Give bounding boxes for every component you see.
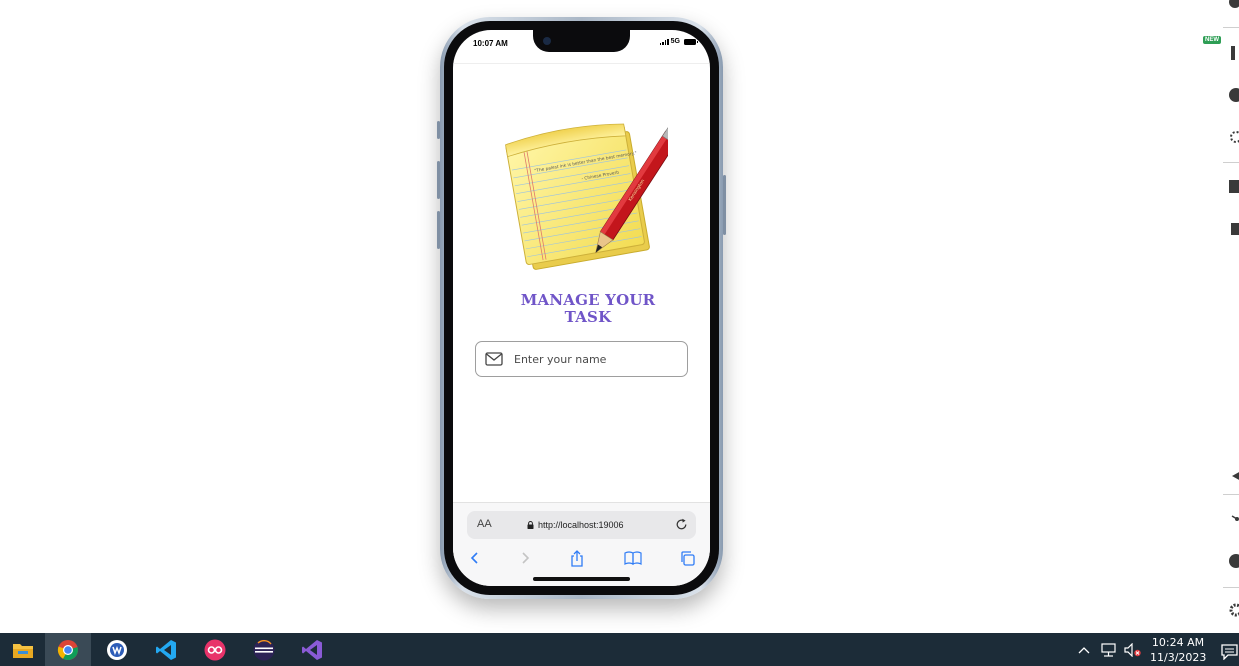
bookmarks-button[interactable] (622, 547, 644, 569)
side-rail: NEW (1203, 0, 1239, 633)
rail-divider (1223, 494, 1239, 495)
text-size-button[interactable]: AA (477, 518, 492, 530)
app-red-icon (204, 639, 226, 660)
mail-icon (485, 352, 503, 366)
home-indicator (533, 577, 630, 581)
clock-time: 10:24 AM (1151, 636, 1205, 649)
browser-toolbar: AA http://localhost:19006 (453, 502, 710, 586)
vscode-button[interactable] (143, 633, 189, 666)
reload-icon[interactable] (675, 518, 688, 531)
chevron-right-icon (522, 552, 530, 564)
battery-icon (684, 38, 698, 45)
vscode-icon (156, 639, 176, 660)
eclipse-button[interactable] (241, 633, 287, 666)
volume-muted-icon[interactable] (1124, 643, 1142, 657)
chrome-button[interactable] (45, 633, 91, 666)
camera-icon (543, 37, 551, 45)
camera-icon[interactable] (1229, 180, 1239, 193)
phone-screen: 10:07 AM 5G "The palest ink is better th… (453, 30, 710, 586)
notch (533, 30, 630, 52)
taskbar: 10:24 AM 11/3/2023 (0, 633, 1239, 666)
chevron-up-icon[interactable] (1078, 646, 1090, 654)
page-title: MANAGE YOUR TASK (520, 291, 656, 326)
share-nodes-icon[interactable] (1229, 513, 1239, 525)
rail-divider (1223, 27, 1239, 28)
url-display[interactable]: http://localhost:19006 (527, 520, 624, 530)
circle-icon[interactable] (1229, 88, 1239, 102)
chevron-left-icon (470, 552, 478, 564)
tabs-icon (680, 550, 695, 566)
notepad-pencil-illustration: "The palest ink is better than the best … (505, 123, 668, 270)
volume-down-button (437, 211, 440, 249)
chrome-icon (57, 639, 78, 660)
url-text: http://localhost:19006 (538, 520, 624, 530)
browser-nav-row (453, 547, 710, 569)
clock-date: 11/3/2023 (1150, 651, 1207, 664)
name-input-container[interactable] (475, 341, 688, 377)
status-divider (453, 63, 710, 64)
help-icon[interactable] (1229, 554, 1239, 568)
new-badge: NEW (1203, 36, 1221, 44)
close-icon[interactable] (1229, 0, 1239, 8)
share-button[interactable] (566, 547, 588, 569)
visual-studio-icon (302, 639, 322, 660)
volume-up-button (437, 161, 440, 199)
pin-icon[interactable] (1231, 46, 1235, 60)
gear-icon[interactable] (1229, 603, 1239, 617)
power-button (723, 175, 726, 235)
visual-studio-button[interactable] (289, 633, 335, 666)
red-app-button[interactable] (192, 633, 238, 666)
status-indicators: 5G (659, 38, 698, 45)
folder-icon (13, 643, 33, 658)
mute-switch (437, 121, 440, 139)
loading-icon[interactable] (1229, 130, 1239, 144)
phone-frame: 10:07 AM 5G "The palest ink is better th… (437, 17, 726, 599)
address-bar[interactable]: AA http://localhost:19006 (467, 511, 696, 539)
tabs-button[interactable] (676, 547, 698, 569)
network-icon[interactable] (1100, 643, 1118, 657)
signal-icon (659, 38, 669, 45)
status-time: 10:07 AM (473, 39, 508, 48)
notifications-icon[interactable] (1221, 644, 1239, 660)
eclipse-icon (253, 639, 275, 660)
forward-button[interactable] (514, 547, 536, 569)
lock-icon (527, 521, 534, 529)
wps-button[interactable] (94, 633, 140, 666)
network-label: 5G (670, 38, 680, 45)
arrow-left-icon[interactable] (1229, 470, 1239, 482)
rail-divider (1223, 587, 1239, 588)
file-explorer-button[interactable] (0, 633, 46, 666)
square-icon[interactable] (1231, 223, 1239, 235)
wps-icon (107, 639, 127, 660)
name-input[interactable] (514, 348, 679, 370)
rail-divider (1223, 162, 1239, 163)
book-icon (624, 551, 642, 565)
back-button[interactable] (464, 547, 486, 569)
share-icon (571, 549, 583, 567)
system-clock[interactable]: 10:24 AM 11/3/2023 (1150, 635, 1206, 665)
